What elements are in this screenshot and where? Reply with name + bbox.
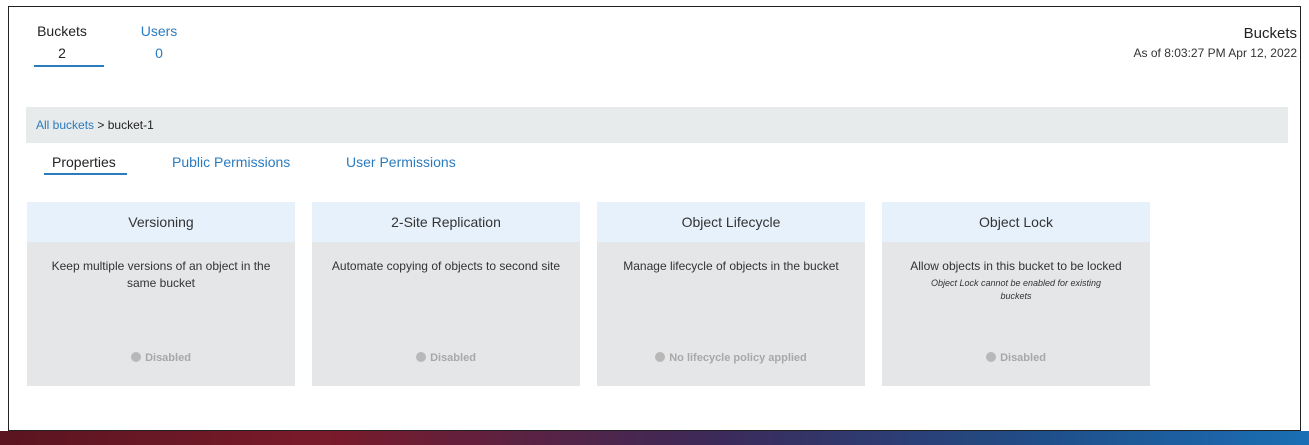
card-object-lifecycle[interactable]: Object Lifecycle Manage lifecycle of obj… <box>597 202 865 386</box>
status-text: Disabled <box>1000 352 1046 364</box>
status-badge: Disabled <box>882 352 1150 364</box>
status-badge: Disabled <box>312 352 580 364</box>
status-badge: Disabled <box>27 352 295 364</box>
tab-buckets-label: Buckets <box>37 23 87 39</box>
tab-users-label: Users <box>140 23 178 39</box>
card-description: Automate copying of objects to second si… <box>331 259 561 273</box>
active-subtab-indicator <box>44 173 127 175</box>
status-text: Disabled <box>430 352 476 364</box>
status-dot-icon <box>416 352 427 362</box>
tab-buckets-count: 2 <box>58 45 66 61</box>
card-description: Allow objects in this bucket to be locke… <box>910 259 1122 273</box>
card-title: Object Lifecycle <box>597 202 865 242</box>
status-text: Disabled <box>145 352 191 364</box>
tab-users-count: 0 <box>155 45 163 61</box>
card-note: Object Lock cannot be enabled for existi… <box>930 278 1102 301</box>
card-object-lock[interactable]: Object Lock Allow objects in this bucket… <box>882 202 1150 386</box>
footer-gradient-bar <box>0 431 1309 445</box>
page-title: Buckets <box>1243 25 1297 42</box>
tab-user-permissions[interactable]: User Permissions <box>346 154 456 170</box>
card-description: Keep multiple versions of an object in t… <box>51 259 271 290</box>
tab-buckets[interactable]: Buckets 2 <box>28 23 104 67</box>
card-2-site-replication[interactable]: 2-Site Replication Automate copying of o… <box>312 202 580 386</box>
card-title: Versioning <box>27 202 295 242</box>
card-title: 2-Site Replication <box>312 202 580 242</box>
tab-properties[interactable]: Properties <box>52 154 116 170</box>
active-tab-indicator <box>34 65 104 67</box>
card-description: Manage lifecycle of objects in the bucke… <box>623 259 839 273</box>
card-versioning[interactable]: Versioning Keep multiple versions of an … <box>27 202 295 386</box>
breadcrumb-current: bucket-1 <box>107 118 154 132</box>
tab-public-permissions[interactable]: Public Permissions <box>172 154 290 170</box>
breadcrumb: All buckets > bucket-1 <box>26 107 1288 143</box>
status-text: No lifecycle policy applied <box>669 352 807 364</box>
breadcrumb-all-buckets-link[interactable]: All buckets <box>36 118 94 132</box>
status-dot-icon <box>986 352 997 362</box>
breadcrumb-separator: > <box>94 118 108 132</box>
page-header: Buckets As of 8:03:27 PM Apr 12, 2022 <box>1134 25 1297 60</box>
status-dot-icon <box>131 352 142 362</box>
status-badge: No lifecycle policy applied <box>597 352 865 364</box>
timestamp: As of 8:03:27 PM Apr 12, 2022 <box>1133 46 1297 60</box>
status-dot-icon <box>655 352 666 362</box>
card-title: Object Lock <box>882 202 1150 242</box>
tab-users[interactable]: Users 0 <box>136 23 182 61</box>
